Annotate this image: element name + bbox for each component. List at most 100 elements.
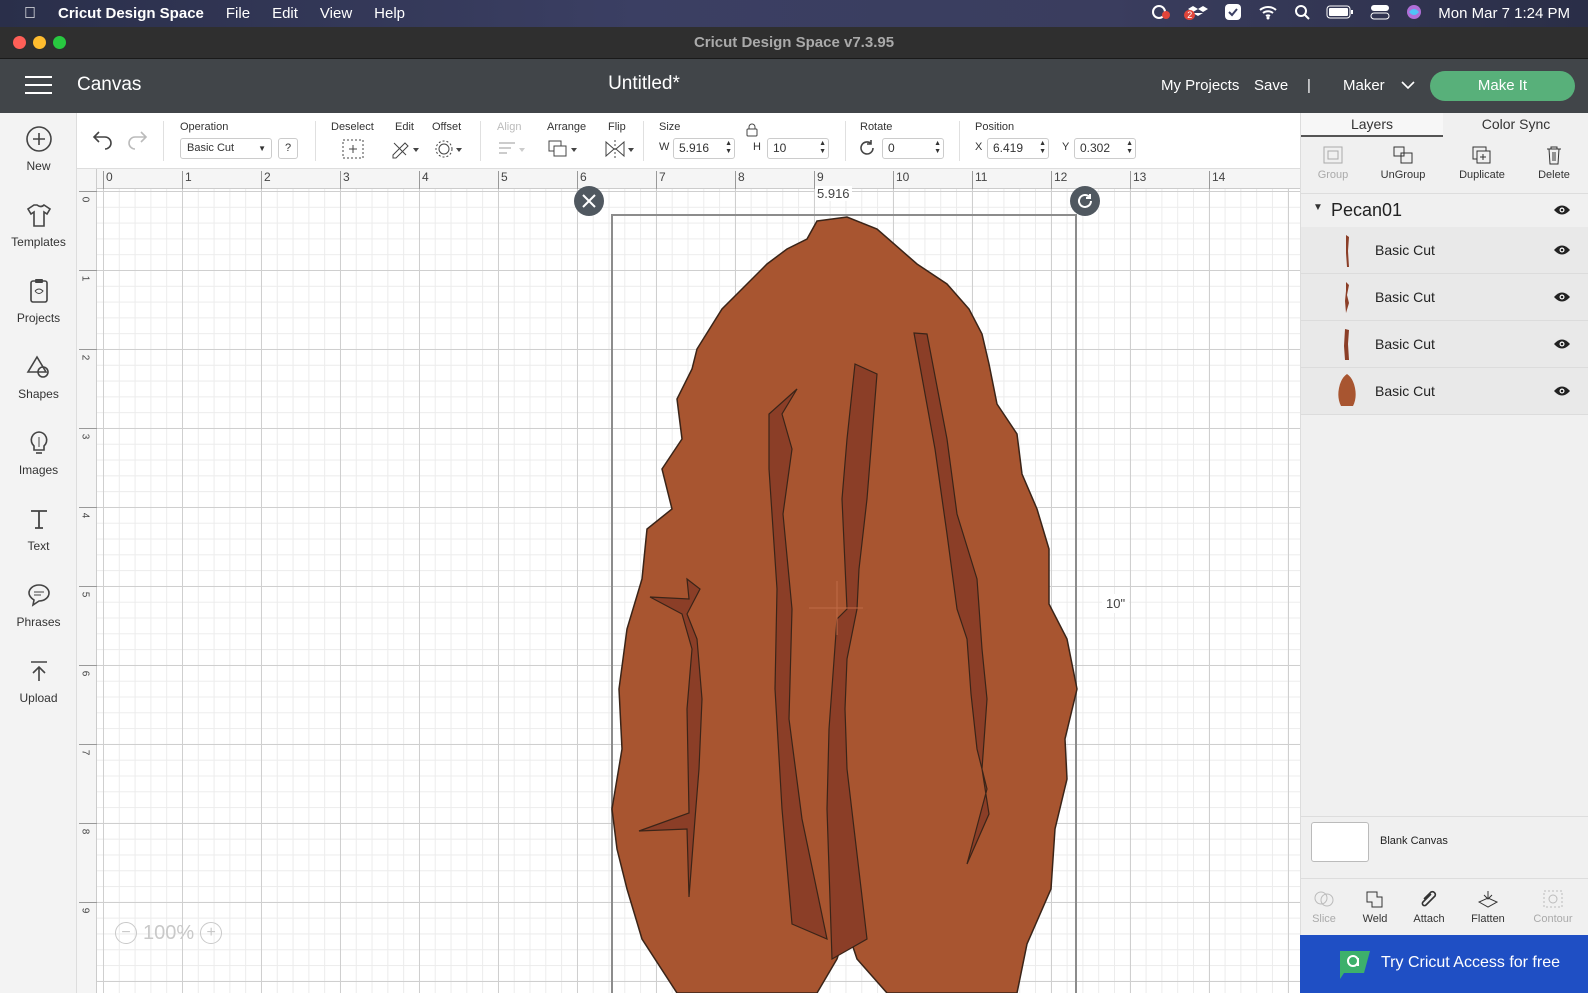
- slice-icon: [1314, 891, 1334, 907]
- wifi-icon[interactable]: [1258, 4, 1278, 24]
- zoom-window-button[interactable]: [53, 36, 66, 49]
- lock-proportions-icon[interactable]: [745, 123, 759, 137]
- offset-icon[interactable]: [434, 139, 464, 159]
- sidebar-label-images: Images: [18, 463, 59, 477]
- stepper-arrows-icon[interactable]: ▲ ▼: [1039, 140, 1046, 156]
- stepper-arrows-icon[interactable]: ▲ ▼: [725, 140, 732, 156]
- sidebar-item-images[interactable]: Images: [0, 429, 77, 499]
- arrange-icon[interactable]: [547, 139, 579, 159]
- try-cricut-access-banner[interactable]: Try Cricut Access for free: [1300, 935, 1588, 993]
- paperclip-icon: [1421, 890, 1437, 907]
- flatten-icon: [1477, 891, 1499, 908]
- sidebar-item-projects[interactable]: Projects: [0, 277, 77, 347]
- left-sidebar: New Templates Projects Shapes Images Tex…: [0, 113, 77, 993]
- width-value: 5.916: [679, 141, 710, 155]
- eye-icon[interactable]: [1553, 244, 1571, 256]
- plus-circle-icon: [25, 126, 52, 152]
- collapse-triangle-icon[interactable]: ▼: [1313, 202, 1323, 213]
- layer-row[interactable]: Basic Cut: [1301, 321, 1588, 368]
- deselect-icon[interactable]: [342, 139, 364, 159]
- sidebar-item-shapes[interactable]: Shapes: [0, 353, 77, 423]
- duplicate-button[interactable]: Duplicate: [1447, 145, 1517, 181]
- width-dimension-label: 5.916: [815, 186, 852, 201]
- save-button[interactable]: Save: [1254, 77, 1288, 94]
- zoom-in-icon[interactable]: +: [200, 922, 223, 944]
- eye-icon[interactable]: [1553, 385, 1571, 397]
- operation-help-button[interactable]: ?: [278, 138, 298, 159]
- make-it-button[interactable]: Make It: [1430, 71, 1575, 101]
- ruler-major-tick: [79, 507, 97, 508]
- x-position-input[interactable]: 6.419 ▲ ▼: [987, 138, 1049, 159]
- rotate-handle-icon[interactable]: [1070, 186, 1100, 216]
- sidebar-item-upload[interactable]: Upload: [0, 657, 77, 727]
- tab-layers[interactable]: Layers: [1301, 113, 1443, 137]
- delete-button[interactable]: Delete: [1519, 145, 1588, 181]
- spotlight-search-icon[interactable]: [1294, 4, 1310, 24]
- stepper-arrows-icon[interactable]: ▲ ▼: [819, 140, 826, 156]
- width-input[interactable]: 5.916 ▲ ▼: [673, 138, 735, 159]
- rotate-icon: [860, 140, 874, 155]
- pecan-artwork[interactable]: [77, 169, 1300, 993]
- minimize-window-button[interactable]: [33, 36, 46, 49]
- delete-selection-icon[interactable]: [574, 186, 604, 216]
- sidebar-item-text[interactable]: Text: [0, 505, 77, 575]
- ruler-major-tick: [79, 191, 97, 192]
- battery-icon[interactable]: [1326, 5, 1354, 23]
- layer-group-header[interactable]: ▼ Pecan01: [1301, 193, 1588, 225]
- design-canvas[interactable]: 0 1 2 3 4 5 6 7 8 9 10 11 12 13 14 0123456789 5.916 10…: [77, 169, 1300, 993]
- sidebar-item-new[interactable]: New: [0, 125, 77, 195]
- attach-label: Attach: [1413, 913, 1445, 925]
- menu-view[interactable]: View: [320, 5, 352, 22]
- checkmark-icon[interactable]: [1224, 3, 1242, 25]
- menu-help[interactable]: Help: [374, 5, 405, 22]
- y-position-input[interactable]: 0.302 ▲ ▼: [1074, 138, 1136, 159]
- undo-icon[interactable]: [91, 128, 115, 150]
- ruler-major-tick: [340, 171, 341, 189]
- rotate-input[interactable]: 0 ▲ ▼: [882, 138, 944, 159]
- sidebar-item-phrases[interactable]: Phrases: [0, 581, 77, 651]
- blank-canvas-swatch[interactable]: [1311, 822, 1369, 862]
- document-title[interactable]: Untitled*: [0, 73, 1288, 95]
- dropbox-icon[interactable]: 2: [1184, 4, 1209, 24]
- my-projects-link[interactable]: My Projects: [1161, 77, 1239, 94]
- layer-row[interactable]: Basic Cut: [1301, 227, 1588, 274]
- menubar-datetime[interactable]: Mon Mar 7 1:24 PM: [1438, 5, 1570, 22]
- siri-icon[interactable]: [1406, 4, 1422, 24]
- menu-file[interactable]: File: [226, 5, 250, 22]
- apple-icon[interactable]: : [24, 5, 36, 23]
- blank-canvas-row[interactable]: Blank Canvas: [1301, 816, 1588, 868]
- control-center-icon[interactable]: [1370, 4, 1390, 24]
- zoom-out-icon[interactable]: −: [115, 922, 137, 944]
- operation-select[interactable]: Basic Cut ▼: [180, 138, 272, 159]
- menu-app-name[interactable]: Cricut Design Space: [58, 5, 204, 22]
- height-label: H: [753, 141, 761, 153]
- layer-row[interactable]: Basic Cut: [1301, 368, 1588, 415]
- y-position-value: 0.302: [1080, 141, 1111, 155]
- machine-selector[interactable]: Maker: [1343, 77, 1415, 94]
- machine-label: Maker: [1343, 77, 1385, 94]
- ungroup-button[interactable]: UnGroup: [1368, 145, 1438, 181]
- layer-row[interactable]: Basic Cut: [1301, 274, 1588, 321]
- height-input[interactable]: 10 ▲ ▼: [767, 138, 829, 159]
- eye-icon[interactable]: [1553, 291, 1571, 303]
- position-label: Position: [975, 121, 1015, 133]
- sidebar-label-templates: Templates: [11, 235, 66, 249]
- ruler-top-label: 7: [659, 170, 666, 184]
- flatten-button[interactable]: Flatten: [1453, 889, 1523, 925]
- layer-thumbnail: [1346, 235, 1349, 267]
- stepper-arrows-icon[interactable]: ▲ ▼: [934, 140, 941, 156]
- eye-icon[interactable]: [1553, 338, 1571, 350]
- ruler-top-label: 13: [1133, 170, 1147, 184]
- flip-icon[interactable]: [604, 139, 636, 159]
- sidebar-item-templates[interactable]: Templates: [0, 201, 77, 271]
- creative-cloud-icon[interactable]: [1150, 4, 1172, 24]
- stepper-arrows-icon[interactable]: ▲ ▼: [1126, 140, 1133, 156]
- edit-tools-icon[interactable]: [390, 139, 420, 159]
- menu-edit[interactable]: Edit: [272, 5, 298, 22]
- eye-icon[interactable]: [1553, 204, 1571, 216]
- lightbulb-icon: [29, 431, 48, 454]
- redo-icon[interactable]: [125, 128, 149, 150]
- close-window-button[interactable]: [13, 36, 26, 49]
- flip-label: Flip: [608, 121, 626, 133]
- tab-color-sync[interactable]: Color Sync: [1443, 113, 1588, 137]
